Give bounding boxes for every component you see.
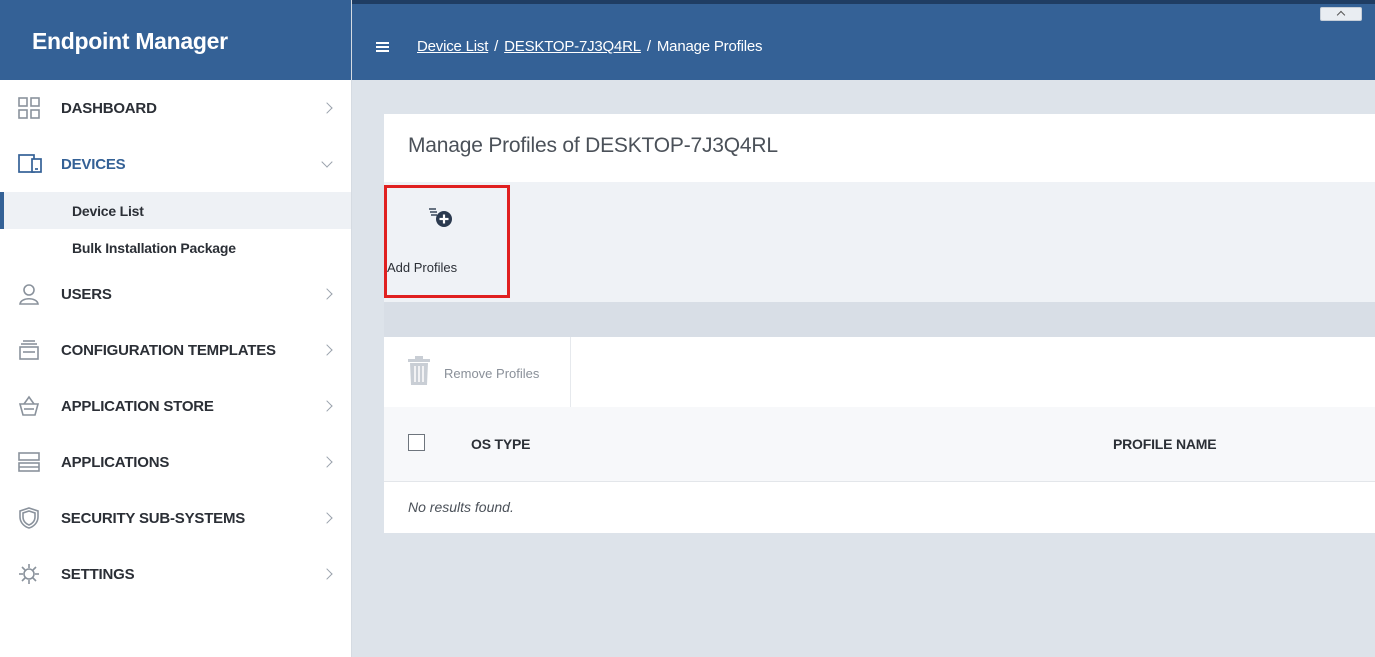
chevron-right-icon xyxy=(321,344,333,356)
app-title: Endpoint Manager xyxy=(0,0,351,80)
breadcrumb-separator: / xyxy=(494,38,499,55)
breadcrumb: Device List / DESKTOP-7J3Q4RL / Manage Profi… xyxy=(417,38,762,55)
templates-icon xyxy=(18,339,40,361)
collapse-header-button[interactable] xyxy=(1320,7,1362,21)
chevron-right-icon xyxy=(321,456,333,468)
sidebar-item-label: USERS xyxy=(61,285,112,303)
title-panel: Manage Profiles of DESKTOP-7J3Q4RL xyxy=(384,114,1375,182)
menu-icon[interactable] xyxy=(376,42,389,52)
user-icon xyxy=(18,283,40,305)
sidebar-item-label: SETTINGS xyxy=(61,565,135,583)
empty-state-text: No results found. xyxy=(408,499,514,515)
divider xyxy=(384,302,1375,337)
chevron-right-icon xyxy=(321,102,333,114)
sidebar: Endpoint Manager DASHBOARD DEVICES Devic… xyxy=(0,0,352,657)
add-profiles-label: Add Profiles xyxy=(387,260,458,275)
sidebar-item-label: DEVICES xyxy=(61,155,126,173)
sidebar-item-applications[interactable]: APPLICATIONS xyxy=(0,434,351,490)
sidebar-item-label: APPLICATIONS xyxy=(61,453,170,471)
chevron-right-icon xyxy=(321,512,333,524)
sidebar-item-settings[interactable]: SETTINGS xyxy=(0,546,351,602)
sidebar-item-dashboard[interactable]: DASHBOARD xyxy=(0,80,351,136)
table-header: OS TYPE PROFILE NAME xyxy=(384,407,1375,482)
select-all-checkbox[interactable] xyxy=(408,434,425,451)
sidebar-item-label: APPLICATION STORE xyxy=(61,397,214,415)
gear-icon xyxy=(18,563,40,585)
add-profile-icon xyxy=(427,206,457,230)
action-toolbar: Add Profiles xyxy=(384,182,1375,302)
column-header-os-type[interactable]: OS TYPE xyxy=(471,436,530,452)
sidebar-item-security-sub-systems[interactable]: SECURITY SUB-SYSTEMS xyxy=(0,490,351,546)
profiles-table: Remove Profiles OS TYPE PROFILE NAME No … xyxy=(384,337,1375,533)
sidebar-subitem-bulk-installation[interactable]: Bulk Installation Package xyxy=(0,229,351,266)
sidebar-item-devices[interactable]: DEVICES xyxy=(0,136,351,192)
basket-icon xyxy=(18,395,40,417)
applications-icon xyxy=(18,451,40,473)
chevron-right-icon xyxy=(321,568,333,580)
devices-icon xyxy=(18,153,42,175)
breadcrumb-device-list[interactable]: Device List xyxy=(417,38,488,55)
breadcrumb-device[interactable]: DESKTOP-7J3Q4RL xyxy=(504,38,641,55)
add-profiles-button[interactable]: Add Profiles xyxy=(384,185,510,298)
trash-icon xyxy=(407,356,431,386)
remove-profiles-button[interactable]: Remove Profiles xyxy=(384,337,571,407)
breadcrumb-separator: / xyxy=(646,38,651,55)
shield-icon xyxy=(18,507,40,529)
chevron-down-icon xyxy=(321,156,333,168)
page-title: Manage Profiles of DESKTOP-7J3Q4RL xyxy=(408,134,778,157)
remove-profiles-label: Remove Profiles xyxy=(444,366,540,381)
sidebar-item-configuration-templates[interactable]: CONFIGURATION TEMPLATES xyxy=(0,322,351,378)
sidebar-item-label: DASHBOARD xyxy=(61,99,157,117)
sidebar-item-users[interactable]: USERS xyxy=(0,266,351,322)
sidebar-subitem-device-list[interactable]: Device List xyxy=(0,192,351,229)
column-header-profile-name[interactable]: PROFILE NAME xyxy=(1113,436,1217,452)
dashboard-icon xyxy=(18,97,40,119)
chevron-right-icon xyxy=(321,400,333,412)
sidebar-item-application-store[interactable]: APPLICATION STORE xyxy=(0,378,351,434)
chevron-right-icon xyxy=(321,288,333,300)
breadcrumb-current: Manage Profiles xyxy=(656,38,763,55)
sidebar-item-label: CONFIGURATION TEMPLATES xyxy=(61,341,276,359)
top-bar: Device List / DESKTOP-7J3Q4RL / Manage Profi… xyxy=(352,0,1375,80)
sidebar-item-label: SECURITY SUB-SYSTEMS xyxy=(61,509,246,527)
